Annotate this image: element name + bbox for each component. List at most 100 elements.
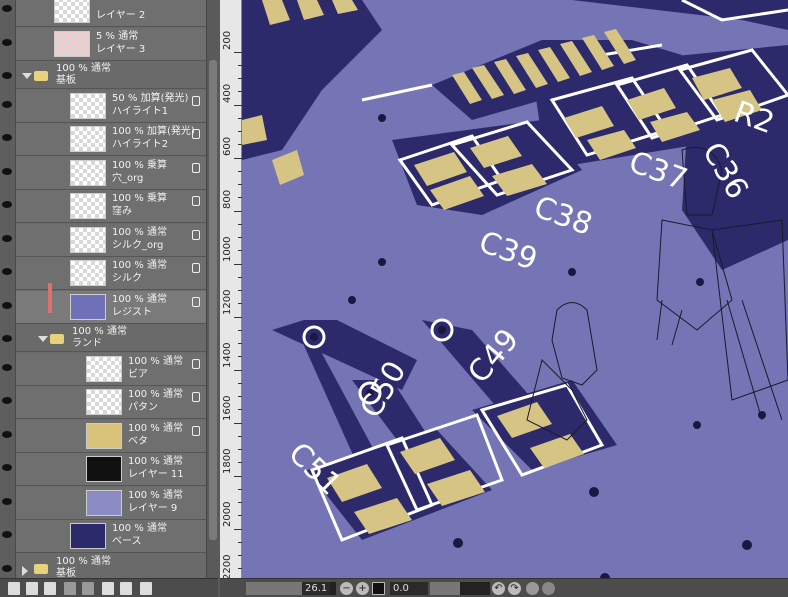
eye-icon[interactable]	[2, 464, 12, 471]
eye-icon[interactable]	[2, 335, 12, 342]
eye-icon[interactable]	[2, 430, 12, 438]
merge-icon[interactable]	[120, 582, 132, 595]
layer-toolbar	[0, 578, 218, 597]
ruler-label: 2200	[222, 554, 233, 580]
mask-icon[interactable]	[102, 582, 114, 595]
layer-scrollbar[interactable]	[206, 0, 218, 578]
layer-name: パタン	[128, 402, 158, 413]
layer-mode: 100 % 通常	[128, 355, 183, 367]
ruler-tick	[234, 423, 242, 424]
trash-icon[interactable]	[140, 582, 152, 595]
layer-mode: 100 % 通常	[128, 489, 183, 501]
layer-row[interactable]: 100 % 通常 レイヤー 11	[2, 453, 206, 486]
eye-icon[interactable]	[2, 5, 12, 12]
eye-icon[interactable]	[2, 201, 12, 208]
layer-name: ランド	[72, 338, 102, 349]
collapse-icon[interactable]	[38, 336, 48, 342]
layer-folder[interactable]: 100 % 通常 ランド	[2, 324, 206, 352]
rotate-slider[interactable]	[430, 582, 490, 595]
layer-row[interactable]: 100 % 通常 シルク	[2, 257, 206, 290]
layer-mode: 100 % 通常	[112, 226, 167, 238]
rotate-right-button[interactable]: ↷	[508, 582, 521, 595]
layer-row[interactable]: 5 % 通常 レイヤー 3	[2, 27, 206, 61]
move-up-icon[interactable]	[64, 582, 76, 595]
layer-row[interactable]: 100 % 乗算 窪み	[2, 190, 206, 223]
layer-name: ビア	[128, 368, 148, 380]
layer-row[interactable]: 100 % 通常 シルク_org	[2, 223, 206, 257]
layer-name: 基板	[56, 75, 76, 86]
new-vector-layer-icon[interactable]	[26, 582, 38, 595]
lock-icon[interactable]	[192, 425, 200, 436]
lock-icon[interactable]	[192, 162, 200, 173]
rotate-left-button[interactable]: ↶	[492, 582, 505, 595]
pcb-canvas[interactable]: C39 C38 C37 C36 R2 C49 C50 C51	[242, 0, 788, 578]
eye-icon[interactable]	[2, 564, 12, 572]
layer-row[interactable]: 50 % 加算(発光) ハイライト1	[2, 89, 206, 123]
layer-folder[interactable]: 100 % 通常 基板	[2, 553, 206, 578]
layer-thumbnail	[86, 456, 122, 482]
layer-row[interactable]: 100 % 通常 ベタ	[2, 419, 206, 453]
lock-icon[interactable]	[192, 263, 200, 273]
ruler-label: 1200	[222, 289, 233, 315]
layer-thumbnail	[86, 355, 122, 382]
zoom-out-button[interactable]: −	[340, 582, 353, 595]
eye-icon[interactable]	[2, 531, 12, 538]
zoom-value[interactable]: 26.1	[302, 582, 331, 595]
eye-icon[interactable]	[2, 134, 12, 141]
new-raster-layer-icon[interactable]	[8, 582, 20, 595]
layer-row[interactable]: 100 % 通常 ベース	[2, 520, 206, 553]
layer-row[interactable]: 100 % 乗算 穴_org	[2, 156, 206, 190]
collapse-icon[interactable]	[22, 73, 32, 79]
eye-icon[interactable]	[2, 234, 12, 242]
eye-icon[interactable]	[2, 363, 12, 371]
layer-mode: 50 % 加算(発光)	[112, 92, 189, 104]
layer-row[interactable]: 100 % 加算(発光) ハイライト2	[2, 123, 206, 156]
layer-row[interactable]: 100 % 通常 パタン	[2, 386, 206, 419]
expand-icon[interactable]	[22, 565, 28, 576]
flip-icon[interactable]	[542, 582, 555, 595]
layer-row[interactable]: 100 % 通常 ビア	[2, 352, 206, 386]
ruler-label: 2000	[222, 501, 233, 527]
scrollbar-thumb[interactable]	[209, 60, 217, 540]
lock-icon[interactable]	[192, 196, 200, 206]
ruler-tick	[234, 211, 242, 212]
layer-thumbnail	[70, 159, 106, 186]
fit-button[interactable]	[372, 582, 385, 595]
pcb-drawing: C39C38C37 C36R2C49C50C51	[242, 0, 788, 578]
folder-icon	[50, 334, 64, 344]
layer-thumbnail	[54, 0, 90, 23]
eye-icon[interactable]	[2, 72, 12, 79]
eye-icon[interactable]	[2, 100, 12, 108]
lock-icon[interactable]	[192, 358, 200, 369]
layer-name: 穴_org	[112, 172, 144, 184]
angle-value[interactable]: 0.0	[390, 582, 428, 595]
lock-icon[interactable]	[192, 296, 200, 307]
eye-icon[interactable]	[2, 38, 12, 46]
eye-icon[interactable]	[2, 301, 12, 309]
layer-thumbnail	[70, 523, 106, 549]
reset-rotation-icon[interactable]	[526, 582, 539, 595]
layer-folder[interactable]: 100 % 通常 基板	[2, 61, 206, 89]
eye-icon[interactable]	[2, 497, 12, 505]
silk-label: C39	[474, 225, 542, 278]
eye-icon[interactable]	[2, 167, 12, 175]
eye-icon[interactable]	[2, 397, 12, 404]
layer-thumbnail	[86, 489, 122, 516]
lock-icon[interactable]	[192, 129, 200, 139]
zoom-in-button[interactable]: +	[356, 582, 369, 595]
layer-row[interactable]: 100 % 通常 レイヤー 9	[2, 486, 206, 520]
visibility-column	[0, 0, 16, 578]
layer-mode: 100 % 加算(発光)	[112, 126, 195, 137]
new-folder-icon[interactable]	[44, 582, 56, 595]
layer-name: ベタ	[128, 435, 148, 447]
folder-icon	[34, 563, 48, 574]
layer-name: レイヤー 3	[96, 43, 146, 55]
layer-mode: 100 % 通常	[128, 389, 183, 400]
lock-icon[interactable]	[192, 229, 200, 240]
move-down-icon[interactable]	[82, 582, 94, 595]
layer-row[interactable]: 100 % 通常 レジスト	[2, 290, 206, 324]
eye-icon[interactable]	[2, 268, 12, 275]
lock-icon[interactable]	[192, 95, 200, 106]
lock-icon[interactable]	[192, 392, 200, 402]
layer-row[interactable]: レイヤー 2	[2, 0, 206, 27]
